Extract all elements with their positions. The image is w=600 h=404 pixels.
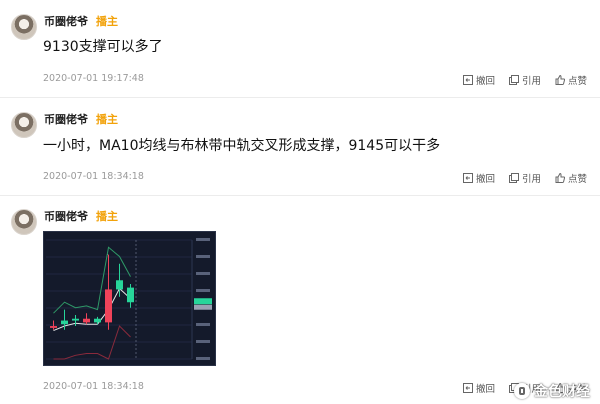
- quote-icon: [508, 383, 519, 393]
- price-tick: [196, 357, 210, 360]
- role-badge: 播主: [96, 15, 118, 28]
- quote-label: 引用: [521, 76, 541, 87]
- price-tick: [196, 255, 210, 258]
- like-label: 点赞: [567, 384, 587, 395]
- thumbs-up-icon: [555, 75, 565, 85]
- price-tick: [196, 238, 210, 241]
- thumbs-up-icon: [555, 173, 565, 183]
- quote-icon: [508, 75, 519, 85]
- ma10-line: [53, 287, 131, 332]
- withdraw-label: 撤回: [475, 174, 495, 185]
- withdraw-icon: [462, 383, 473, 393]
- post-timestamp: 2020-07-01 18:34:18: [43, 381, 144, 392]
- candle-body: [83, 318, 90, 323]
- price-tick: [196, 272, 210, 275]
- avatar[interactable]: [11, 112, 37, 138]
- withdraw-label: 撤回: [475, 76, 495, 87]
- quote-label: 引用: [521, 174, 541, 185]
- candle-body: [127, 287, 134, 303]
- withdraw-label: 撤回: [475, 384, 495, 395]
- post-divider: [0, 97, 600, 98]
- post-divider: [0, 195, 600, 196]
- quote-button[interactable]: 引用: [508, 73, 541, 87]
- avatar[interactable]: [11, 209, 37, 235]
- post-content: 9130支撑可以多了: [43, 39, 163, 55]
- price-tick: [196, 340, 210, 343]
- post-actions: 撤回 引用 点赞: [462, 171, 587, 185]
- last-price-marker: [194, 298, 212, 305]
- quote-button[interactable]: 引用: [508, 381, 541, 395]
- like-label: 点赞: [567, 76, 587, 87]
- like-button[interactable]: 点赞: [555, 73, 587, 87]
- withdraw-button[interactable]: 撤回: [462, 73, 495, 87]
- withdraw-icon: [462, 173, 473, 183]
- candle-body: [72, 318, 79, 321]
- author-name[interactable]: 币圈佬爷: [44, 13, 88, 29]
- post-actions: 撤回 引用 点赞: [462, 381, 587, 395]
- role-badge: 播主: [96, 210, 118, 223]
- quote-label: 引用: [521, 384, 541, 395]
- candle-body: [105, 289, 112, 323]
- ma-price-marker: [194, 304, 212, 310]
- like-button[interactable]: 点赞: [555, 171, 587, 185]
- candle-body: [50, 326, 57, 328]
- price-tick: [196, 289, 210, 292]
- candle-body: [116, 280, 123, 290]
- thumbs-up-icon: [555, 383, 565, 393]
- author-name[interactable]: 币圈佬爷: [44, 208, 88, 224]
- author-name[interactable]: 币圈佬爷: [44, 111, 88, 127]
- withdraw-button[interactable]: 撤回: [462, 171, 495, 185]
- post-content: 一小时，MA10均线与布林带中轨交叉形成支撑，9145可以干多: [43, 138, 441, 154]
- price-tick: [196, 323, 210, 326]
- avatar[interactable]: [11, 14, 37, 40]
- quote-button[interactable]: 引用: [508, 171, 541, 185]
- candle-body: [61, 320, 68, 325]
- post-timestamp: 2020-07-01 19:17:48: [43, 73, 144, 84]
- candle-body: [94, 318, 101, 323]
- withdraw-button[interactable]: 撤回: [462, 381, 495, 395]
- kline-chart-image[interactable]: [43, 231, 216, 366]
- post-actions: 撤回 引用 点赞: [462, 73, 587, 87]
- quote-icon: [508, 173, 519, 183]
- kline-chart: [46, 238, 212, 360]
- post-timestamp: 2020-07-01 18:34:18: [43, 171, 144, 182]
- like-button[interactable]: 点赞: [555, 381, 587, 395]
- role-badge: 播主: [96, 113, 118, 126]
- withdraw-icon: [462, 75, 473, 85]
- like-label: 点赞: [567, 174, 587, 185]
